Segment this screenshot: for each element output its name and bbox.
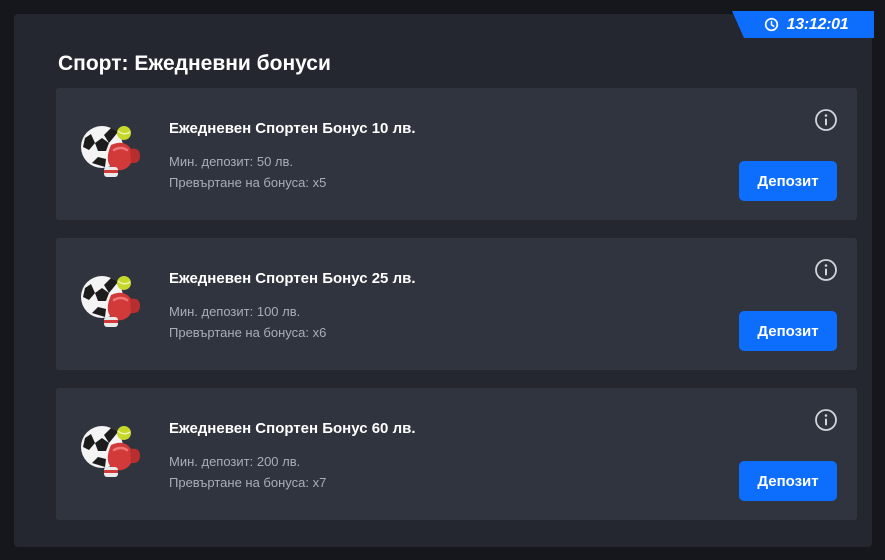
deposit-button[interactable]: Депозит [739, 461, 837, 501]
timer-text: 13:12:01 [786, 15, 849, 33]
page-title: Спорт: Ежедневни бонуси [58, 52, 331, 75]
sports-ball-glove-icon [81, 426, 140, 477]
rollover-text: Превъртане на бонуса: x6 [169, 325, 327, 340]
clock-icon [764, 17, 779, 32]
rollover-text: Превъртане на бонуса: x5 [169, 175, 327, 190]
sports-ball-glove-icon [81, 276, 140, 327]
min-deposit-text: Мин. депозит: 100 лв. [169, 304, 301, 319]
min-deposit-text: Мин. депозит: 200 лв. [169, 454, 301, 469]
info-icon[interactable] [814, 258, 838, 282]
bonus-title: Ежедневен Спортен Бонус 60 лв. [169, 420, 416, 437]
info-icon[interactable] [814, 108, 838, 132]
deposit-button[interactable]: Депозит [739, 311, 837, 351]
rollover-text: Превъртане на бонуса: x7 [169, 475, 327, 490]
bonus-title: Ежедневен Спортен Бонус 25 лв. [169, 270, 416, 287]
bonus-card: Ежедневен Спортен Бонус 25 лв. Мин. депо… [56, 238, 857, 370]
bonus-title: Ежедневен Спортен Бонус 10 лв. [169, 120, 416, 137]
info-icon[interactable] [814, 408, 838, 432]
sports-ball-glove-icon [81, 126, 140, 177]
min-deposit-text: Мин. депозит: 50 лв. [169, 154, 294, 169]
bonus-panel: Спорт: Ежедневни бонуси Ежедневен Спорте… [14, 14, 872, 547]
bonus-card: Ежедневен Спортен Бонус 10 лв. Мин. депо… [56, 88, 857, 220]
deposit-button[interactable]: Депозит [739, 161, 837, 201]
bonus-card: Ежедневен Спортен Бонус 60 лв. Мин. депо… [56, 388, 857, 520]
countdown-timer: 13:12:01 [732, 11, 874, 38]
